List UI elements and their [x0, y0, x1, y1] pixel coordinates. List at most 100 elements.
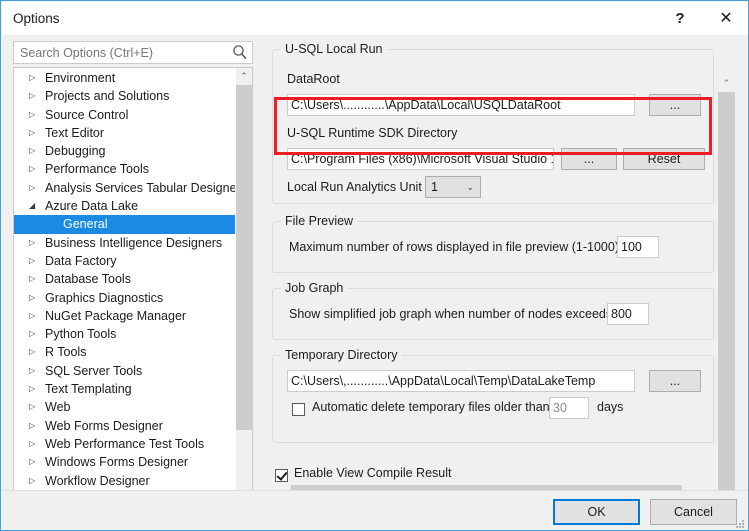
tree-item-windows-forms-designer[interactable]: ▷ Windows Forms Designer [14, 453, 236, 471]
tree-item-data-factory[interactable]: ▷ Data Factory [14, 252, 236, 270]
tree-item-sql-server-tools[interactable]: ▷ SQL Server Tools [14, 362, 236, 380]
tree-item-label: Business Intelligence Designers [45, 235, 223, 250]
chevron-right-icon[interactable]: ▷ [29, 270, 39, 288]
tree-vertical-scrollbar[interactable]: ⌃ ⌄ [235, 68, 252, 506]
tree-item-label: Workflow Designer [45, 473, 150, 488]
tree-item-python-tools[interactable]: ▷ Python Tools [14, 325, 236, 343]
tree-item-label: Web Performance Test Tools [45, 436, 205, 451]
tree-item-label: General [63, 217, 108, 232]
max-rows-input[interactable]: 100 [617, 236, 659, 258]
chevron-right-icon[interactable]: ▷ [29, 453, 39, 471]
chevron-right-icon[interactable]: ▷ [29, 179, 39, 197]
tree-item-nuget-package-manager[interactable]: ▷ NuGet Package Manager [14, 307, 236, 325]
chevron-right-icon[interactable]: ▷ [29, 124, 39, 142]
dialog-body: ▷ Environment ▷ Projects and Solutions ▷ Sour… [2, 35, 748, 511]
chevron-right-icon[interactable]: ▷ [29, 160, 39, 178]
tree-item-label: Data Factory [45, 253, 117, 268]
chevron-right-icon[interactable]: ▷ [29, 435, 39, 453]
dataroot-label: DataRoot [287, 72, 340, 86]
help-button[interactable]: ? [657, 2, 703, 35]
chevron-right-icon[interactable]: ▷ [29, 307, 39, 325]
chevron-right-icon[interactable]: ▷ [29, 234, 39, 252]
tree-item-workflow-designer[interactable]: ▷ Workflow Designer [14, 472, 236, 490]
tree-item-label: Environment [45, 71, 116, 85]
resize-grip[interactable] [734, 517, 746, 529]
window-title: Options [13, 11, 60, 26]
tree-item-azure-data-lake[interactable]: ◢ Azure Data Lake [14, 197, 236, 215]
chevron-right-icon[interactable]: ▷ [29, 325, 39, 343]
tree-item-debugging[interactable]: ▷ Debugging [14, 142, 236, 160]
enable-view-compile-result-checkbox[interactable] [275, 469, 288, 482]
chevron-right-icon[interactable]: ▷ [29, 252, 39, 270]
chevron-right-icon[interactable]: ▷ [29, 289, 39, 307]
simplified-graph-input[interactable]: 800 [607, 303, 649, 325]
tree-item-text-editor[interactable]: ▷ Text Editor [14, 124, 236, 142]
tree-item-text-templating[interactable]: ▷ Text Templating [14, 380, 236, 398]
sdk-reset-button[interactable]: Reset [623, 148, 705, 170]
tree-item-label: Graphics Diagnostics [45, 290, 164, 305]
scrollbar-thumb[interactable] [236, 85, 252, 430]
dataroot-input[interactable]: C:\Users\............\AppData\Local\USQL… [287, 94, 635, 116]
chevron-right-icon[interactable]: ▷ [29, 69, 39, 87]
scrollbar-thumb[interactable] [718, 92, 735, 494]
cancel-button[interactable]: Cancel [650, 499, 737, 525]
temp-directory-input[interactable]: C:\Users\,............\AppData\Local\Tem… [287, 370, 635, 392]
tree-item-web-performance-test-tools[interactable]: ▷ Web Performance Test Tools [14, 435, 236, 453]
temp-directory-browse-button[interactable]: ... [649, 370, 701, 392]
sdk-directory-label: U-SQL Runtime SDK Directory [287, 126, 458, 140]
search-icon [230, 43, 249, 62]
scroll-up-icon[interactable]: ⌃ [236, 68, 252, 85]
ok-button[interactable]: OK [553, 499, 640, 525]
sdk-directory-input[interactable]: C:\Program Files (x86)\Microsoft Visual … [287, 148, 554, 170]
dataroot-browse-button[interactable]: ... [649, 94, 701, 116]
tree-item-environment[interactable]: ▷ Environment [14, 69, 236, 87]
chevron-right-icon[interactable]: ▷ [29, 380, 39, 398]
search-input[interactable] [14, 42, 230, 63]
tree-item-general[interactable]: General [14, 215, 236, 234]
chevron-right-icon[interactable]: ▷ [29, 417, 39, 435]
tree-item-database-tools[interactable]: ▷ Database Tools [14, 270, 236, 288]
chevron-right-icon[interactable]: ▷ [29, 398, 39, 416]
enable-view-compile-result-label: Enable View Compile Result [294, 466, 452, 480]
tree-item-web-forms-designer[interactable]: ▷ Web Forms Designer [14, 417, 236, 435]
max-rows-label: Maximum number of rows displayed in file… [289, 240, 619, 254]
tree-item-performance-tools[interactable]: ▷ Performance Tools [14, 160, 236, 178]
tree-item-projects-and-solutions[interactable]: ▷ Projects and Solutions [14, 87, 236, 105]
chevron-right-icon[interactable]: ▷ [29, 106, 39, 124]
search-box[interactable] [13, 41, 253, 64]
group-file-preview: File Preview Maximum number of rows disp… [272, 214, 714, 273]
close-button[interactable]: ✕ [703, 2, 748, 35]
chevron-right-icon[interactable]: ▷ [29, 142, 39, 160]
group-legend-temporary-directory: Temporary Directory [281, 348, 402, 362]
auto-delete-checkbox[interactable] [292, 403, 305, 416]
tree-item-r-tools[interactable]: ▷ R Tools [14, 343, 236, 361]
tree-item-label: Database Tools [45, 272, 131, 287]
chevron-right-icon[interactable]: ▷ [29, 472, 39, 490]
tree-item-analysis-services-tabular-designers[interactable]: ▷ Analysis Services Tabular Designers [14, 179, 247, 197]
settings-panel: U-SQL Local Run DataRoot C:\Users\......… [268, 41, 738, 484]
tree-item-label: Debugging [45, 144, 106, 159]
tree-item-business-intelligence-designers[interactable]: ▷ Business Intelligence Designers [14, 234, 236, 252]
tree-item-label: SQL Server Tools [45, 363, 143, 378]
chevron-down-icon[interactable]: ◢ [29, 197, 39, 215]
group-legend-usql-local-run: U-SQL Local Run [281, 42, 387, 56]
tree-item-web[interactable]: ▷ Web [14, 398, 236, 416]
chevron-right-icon[interactable]: ▷ [29, 87, 39, 105]
analytics-unit-dropdown[interactable]: 1 ⌄ [425, 176, 481, 198]
analytics-unit-label: Local Run Analytics Unit [287, 180, 422, 194]
chevron-right-icon[interactable]: ▷ [29, 343, 39, 361]
tree-item-graphics-diagnostics[interactable]: ▷ Graphics Diagnostics [14, 289, 236, 307]
scroll-up-icon[interactable]: ⌃ [718, 75, 735, 92]
auto-delete-days-input[interactable]: 30 [549, 397, 589, 419]
tree-item-source-control[interactable]: ▷ Source Control [14, 106, 236, 124]
chevron-right-icon[interactable]: ▷ [29, 362, 39, 380]
tree-item-label: Performance Tools [45, 162, 149, 177]
group-job-graph: Job Graph Show simplified job graph when… [272, 281, 714, 340]
tree-item-label: NuGet Package Manager [45, 308, 187, 323]
sdk-browse-button[interactable]: ... [561, 148, 617, 170]
options-tree[interactable]: ▷ Environment ▷ Projects and Solutions ▷ Sour… [13, 67, 253, 507]
panel-vertical-scrollbar[interactable]: ⌃ ⌄ [718, 75, 735, 511]
tree-item-label: Python Tools [45, 327, 117, 342]
tree-item-label: Web Forms Designer [45, 418, 163, 433]
group-legend-job-graph: Job Graph [281, 281, 348, 295]
